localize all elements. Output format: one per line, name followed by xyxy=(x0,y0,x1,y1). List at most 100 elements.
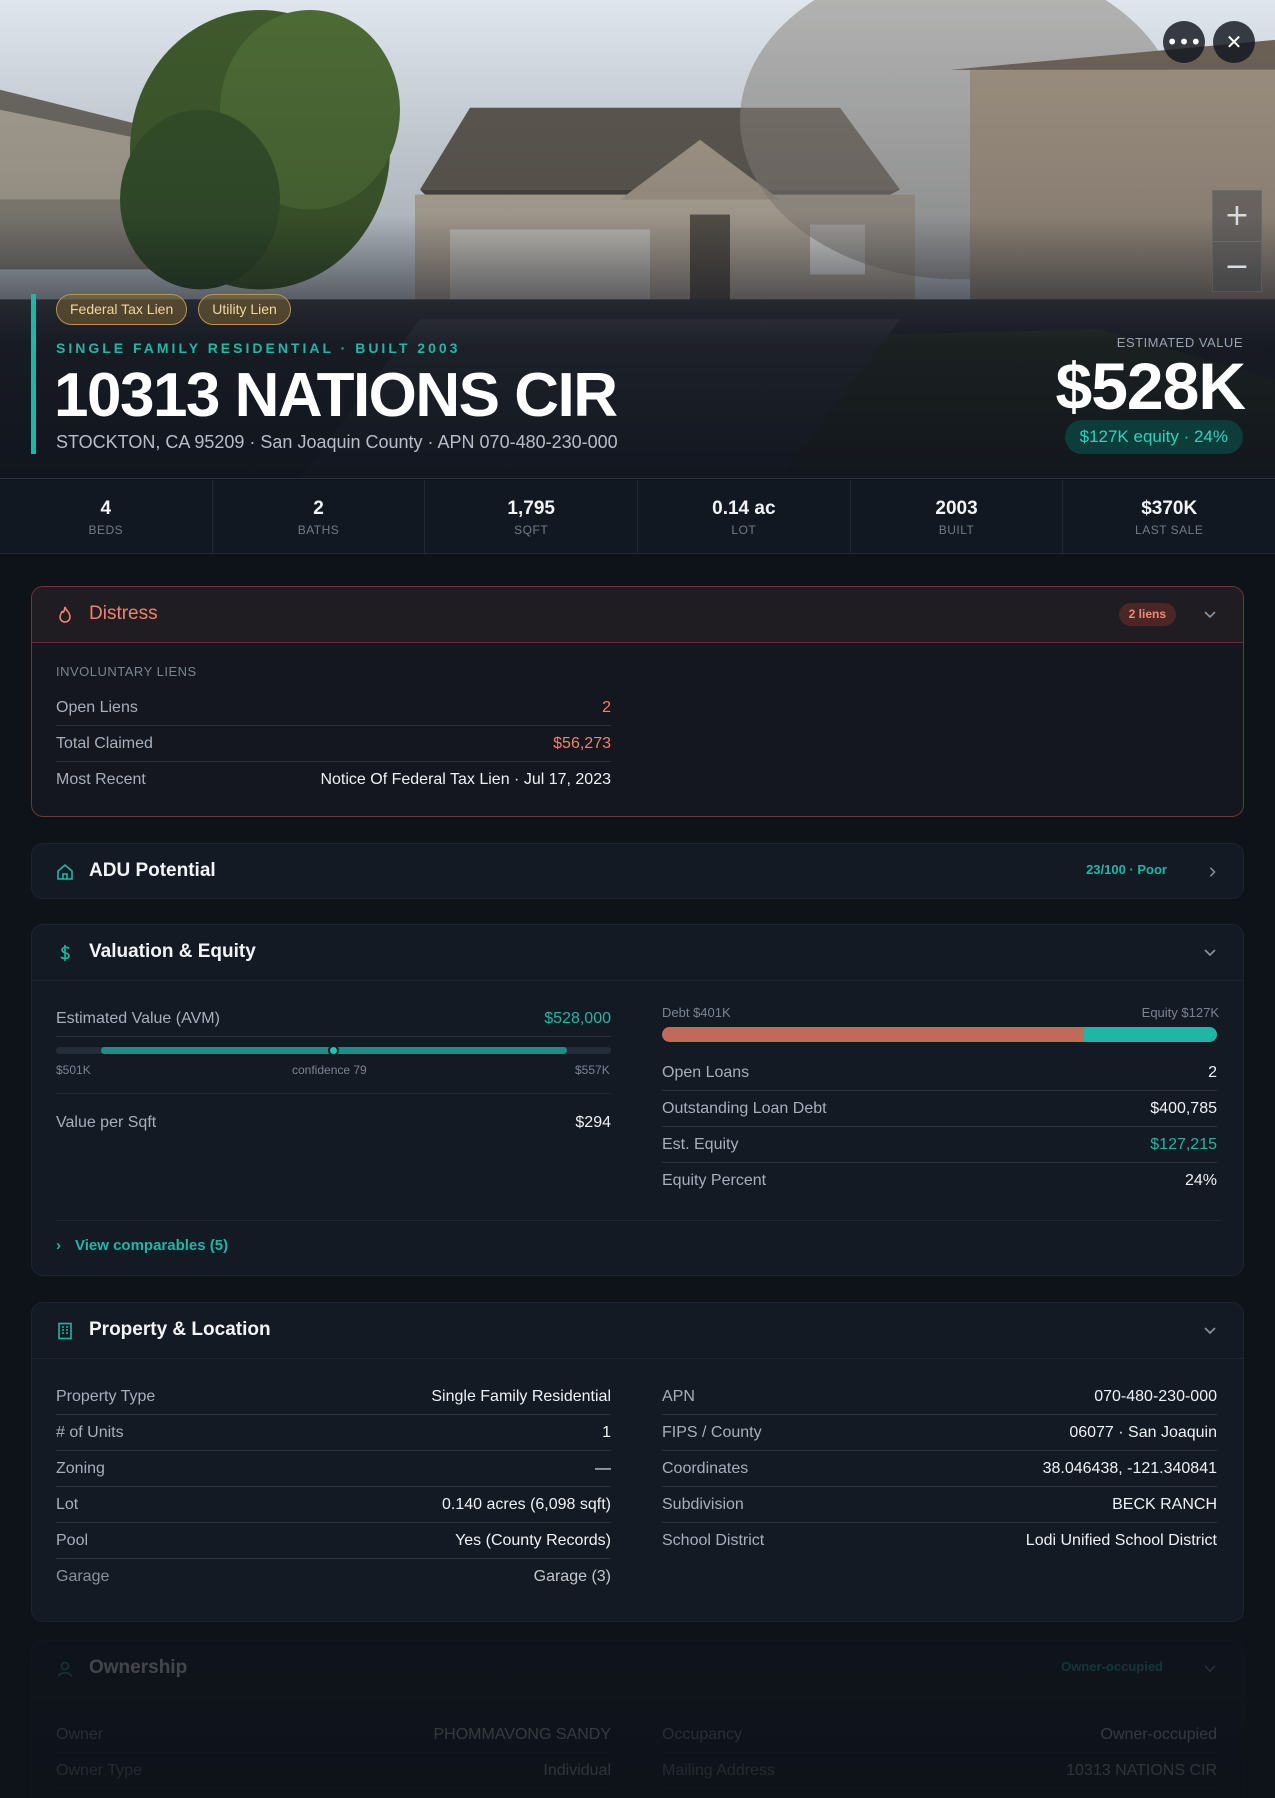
prop-row-school-district: School District Lodi Unified School Dist… xyxy=(662,1523,1217,1559)
prop-row-pool: Pool Yes (County Records) xyxy=(56,1523,611,1559)
property-title: Property & Location xyxy=(89,1319,271,1340)
avm-row: Estimated Value (AVM) $528,000 xyxy=(56,1001,611,1037)
row-key: Equity Percent xyxy=(662,1172,767,1189)
row-key: Pool xyxy=(56,1531,89,1549)
stat-last-sale: $370K LAST SALE xyxy=(1063,480,1275,553)
range-low: $501K xyxy=(56,1063,91,1077)
row-key: Occupancy xyxy=(662,1725,743,1743)
valuation-card: Valuation & Equity Estimated Value (AVM)… xyxy=(31,924,1244,1276)
building-icon xyxy=(58,1322,72,1340)
lien-badges: Federal Tax Lien Utility Lien xyxy=(56,294,291,325)
chevron-right-icon: › xyxy=(56,1237,61,1254)
valuation-title: Valuation & Equity xyxy=(89,941,256,962)
row-key: Est. Equity xyxy=(662,1135,739,1153)
row-value: PHOMMAVONG SANDY xyxy=(433,1725,612,1743)
row-key: Outstanding Loan Debt xyxy=(662,1099,827,1117)
stat-value: 2003 xyxy=(935,498,978,519)
equity-percent-row: Equity Percent 24% xyxy=(662,1163,1217,1199)
stat-sqft: 1,795 SQFT xyxy=(425,480,639,553)
range-confidence: confidence 79 xyxy=(292,1063,367,1077)
prop-row-coordinates: Coordinates 38.046438, -121.340841 xyxy=(662,1451,1217,1487)
dollar-icon xyxy=(60,945,70,961)
debt-segment xyxy=(662,1027,1084,1042)
chevron-down-icon[interactable] xyxy=(1203,1325,1217,1337)
row-key: Mailing Address xyxy=(662,1761,775,1779)
view-comparables-link[interactable]: › View comparables (5) xyxy=(56,1237,228,1254)
row-value: 070-480-230-000 xyxy=(1094,1387,1217,1405)
equity-pill: $127K equity · 24% xyxy=(1064,420,1243,454)
chevron-right-icon[interactable] xyxy=(1207,866,1217,878)
distress-row-most-recent: Most Recent Notice Of Federal Tax Lien ·… xyxy=(56,762,611,798)
row-value: 38.046438, -121.340841 xyxy=(1042,1459,1217,1477)
owner-row: Owner PHOMMAVONG SANDY xyxy=(56,1717,611,1753)
adu-score: 23/100 · Poor xyxy=(1086,862,1167,877)
est-equity-row: Est. Equity $127,215 xyxy=(662,1127,1217,1163)
equity-segment xyxy=(1083,1027,1217,1042)
close-icon: ✕ xyxy=(1225,30,1243,54)
stat-label: BEDS xyxy=(88,523,124,537)
chevron-down-icon[interactable] xyxy=(1203,947,1217,959)
stat-value: 0.14 ac xyxy=(712,498,776,519)
user-icon xyxy=(57,1661,73,1677)
row-key: # of Units xyxy=(56,1423,124,1441)
value-per-sqft-row: Value per Sqft $294 xyxy=(56,1105,611,1141)
row-value: Garage (3) xyxy=(533,1568,611,1585)
row-value: 24% xyxy=(1184,1172,1217,1189)
row-value: — xyxy=(595,1459,611,1477)
stat-label: BATHS xyxy=(297,523,340,537)
divider xyxy=(56,1093,611,1094)
stat-beds: 4 BEDS xyxy=(0,480,213,553)
loan-debt-row: Outstanding Loan Debt $400,785 xyxy=(662,1091,1217,1127)
stat-value: 4 xyxy=(100,498,112,519)
valuation-header[interactable]: Valuation & Equity xyxy=(32,925,1243,981)
close-button[interactable]: ✕ xyxy=(1213,21,1255,63)
zoom-in-button[interactable]: + xyxy=(1213,191,1261,241)
flame-icon xyxy=(59,606,71,623)
row-key: Owner xyxy=(56,1725,104,1743)
ownership-card: Ownership Owner-occupied Owner PHOMMAVON… xyxy=(31,1640,1244,1798)
stats-strip: 4 BEDS 2 BATHS 1,795 SQFT 0.14 ac LOT 20… xyxy=(0,480,1275,554)
row-key: Value per Sqft xyxy=(56,1114,157,1131)
row-value: $400,785 xyxy=(1150,1099,1217,1117)
adu-header[interactable]: ADU Potential 23/100 · Poor xyxy=(32,844,1243,898)
distress-row-total-claimed: Total Claimed $56,273 xyxy=(56,726,611,762)
property-header[interactable]: Property & Location xyxy=(32,1303,1243,1359)
zoom-out-button[interactable]: − xyxy=(1213,241,1261,291)
chevron-down-icon[interactable] xyxy=(1203,609,1217,621)
avm-marker xyxy=(328,1045,339,1056)
ownership-header[interactable]: Ownership Owner-occupied xyxy=(32,1641,1243,1697)
row-key: APN xyxy=(662,1387,695,1405)
property-kicker: SINGLE FAMILY RESIDENTIAL · BUILT 2003 xyxy=(56,340,461,356)
row-value: 2 xyxy=(1208,1063,1217,1081)
property-title: 10313 NATIONS CIR xyxy=(54,361,618,430)
mailing-address-row: Mailing Address 10313 NATIONS CIR xyxy=(662,1753,1217,1789)
row-key: Open Liens xyxy=(56,698,138,716)
more-options-button[interactable]: ••• xyxy=(1163,21,1205,63)
distress-header[interactable]: Distress 2 liens xyxy=(32,587,1243,643)
home-icon xyxy=(57,863,73,880)
row-key: Garage xyxy=(56,1568,110,1585)
property-location-card: Property & Location Property Type Single… xyxy=(31,1302,1244,1622)
row-value: 2 xyxy=(602,698,611,716)
equity-label: Equity $127K xyxy=(1141,1005,1219,1020)
more-horizontal-icon: ••• xyxy=(1166,30,1202,54)
row-value: $56,273 xyxy=(553,734,611,752)
adu-potential-card[interactable]: ADU Potential 23/100 · Poor xyxy=(31,843,1244,899)
prop-row-subdivision: Subdivision BECK RANCH xyxy=(662,1487,1217,1523)
stat-label: BUILT xyxy=(938,523,975,537)
row-value: Single Family Residential xyxy=(431,1387,611,1405)
debt-label: Debt $401K xyxy=(662,1005,731,1020)
divider xyxy=(56,1220,1221,1221)
estimated-value: $528K xyxy=(1055,349,1246,423)
stat-baths: 2 BATHS xyxy=(213,480,426,553)
row-key: School District xyxy=(662,1532,765,1549)
row-key: FIPS / County xyxy=(662,1423,762,1441)
chevron-down-icon[interactable] xyxy=(1203,1663,1217,1675)
debt-equity-bar xyxy=(662,1027,1217,1042)
ownership-title: Ownership xyxy=(89,1657,188,1678)
open-loans-row: Open Loans 2 xyxy=(662,1055,1217,1091)
row-key: Lot xyxy=(56,1495,79,1513)
row-key: Coordinates xyxy=(662,1459,749,1477)
stat-value: 1,795 xyxy=(507,498,555,519)
prop-row-apn: APN 070-480-230-000 xyxy=(662,1379,1217,1415)
